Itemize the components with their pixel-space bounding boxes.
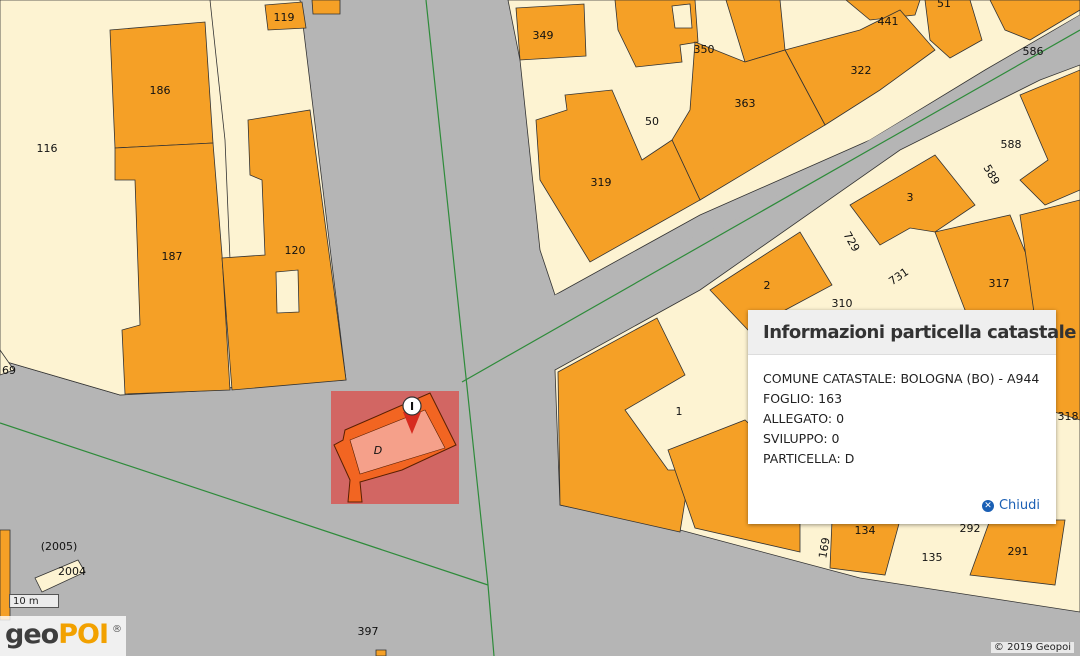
info-line-sviluppo: SVILUPPO: 0 [763,431,840,446]
popup-title: Informazioni particella catastale [763,322,1076,343]
parcel-label: 1 [676,405,683,418]
parcel-label: (2005) [41,540,78,553]
parcel-label: 322 [851,64,872,77]
parcel-label: 119 [274,11,295,24]
close-button[interactable]: ✕ Chiudi [981,498,1040,513]
scale-bar: 10 m [9,594,59,608]
parcel-label: 2 [764,279,771,292]
parcel-label: 586 [1023,45,1044,58]
close-label: Chiudi [998,498,1040,513]
parcel-label: 349 [533,29,554,42]
info-line-comune: COMUNE CATASTALE: BOLOGNA (BO) - A944 [763,371,1040,386]
parcel-label: 116 [37,142,58,155]
close-circle-icon: ✕ [981,499,994,512]
parcel-label: 350 [694,43,715,56]
parcel-label: 363 [735,97,756,110]
parcel-label: 310 [832,297,853,310]
popup-header: Informazioni particella catastale [748,310,1076,355]
parcel-label: 397 [358,625,379,638]
geopoi-logo: geoPOI ® [0,616,126,656]
parcel-label: 2004 [58,565,86,578]
parcel-info-popup: Informazioni particella catastale COMUNE… [748,310,1076,524]
parcel-label: 588 [1001,138,1022,151]
parcel-label: 120 [285,244,306,257]
svg-text:I: I [410,400,414,413]
parcel-label: 187 [162,250,183,263]
attribution: © 2019 Geopoi [990,642,1074,653]
parcel-label: 3 [907,191,914,204]
parcel-label: 134 [855,524,876,537]
parcel-label: 291 [1008,545,1029,558]
parcel-label: 317 [989,277,1010,290]
selected-parcel-label: D [374,444,382,457]
parcel-label: 441 [878,15,899,28]
parcel-label: 69 [2,364,16,377]
info-line-particella: PARTICELLA: D [763,451,855,466]
parcel-label: 319 [591,176,612,189]
popup-body: COMUNE CATASTALE: BOLOGNA (BO) - A944 FO… [748,355,1056,469]
parcel-label: 135 [922,551,943,564]
parcel-label: 318 [1058,410,1079,423]
parcel-label: 51 [937,0,951,10]
parcel-label: 186 [150,84,171,97]
parcel-label: 50 [645,115,659,128]
info-line-foglio: FOGLIO: 163 [763,391,843,406]
info-line-allegato: ALLEGATO: 0 [763,411,845,426]
